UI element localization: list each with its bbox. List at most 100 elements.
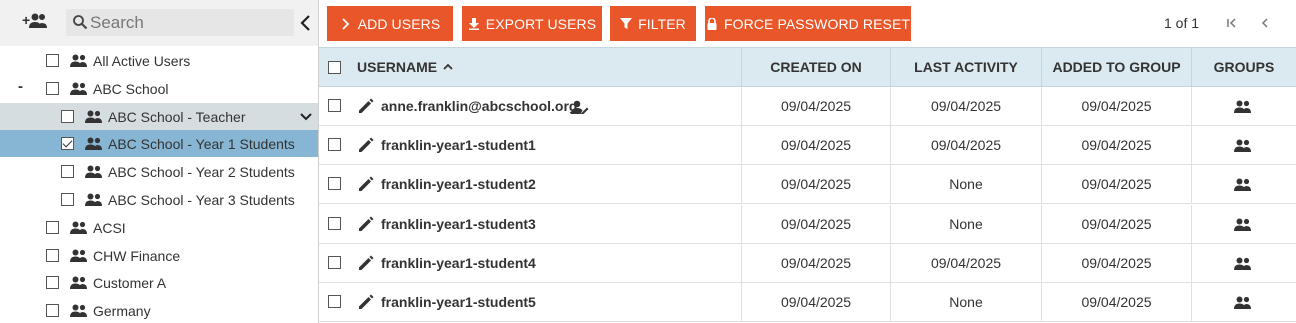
- added-to-group-cell: 09/04/2025: [1081, 254, 1152, 271]
- tree-item[interactable]: ABC School - Year 1 Students: [0, 130, 318, 158]
- tree-item-label: ABC School - Year 2 Students: [108, 164, 295, 181]
- row-checkbox[interactable]: [328, 138, 341, 152]
- collapse-sidebar-icon[interactable]: [298, 11, 314, 35]
- tree-checkbox[interactable]: [46, 54, 59, 67]
- groups-icon[interactable]: [1234, 100, 1254, 114]
- sidebar-toolbar: +: [0, 0, 318, 46]
- added-to-group-cell: 09/04/2025: [1081, 98, 1152, 114]
- tree-item[interactable]: CHW Finance: [0, 242, 318, 269]
- tree-item[interactable]: ABC School - Year 2 Students: [0, 158, 318, 185]
- tree-checkbox[interactable]: [61, 137, 74, 151]
- edit-icon[interactable]: [357, 175, 375, 193]
- tree-item[interactable]: Customer A: [0, 269, 318, 296]
- group-icon: [85, 110, 102, 123]
- tree-checkbox[interactable]: [61, 193, 74, 206]
- users-panel: ADD USERS EXPORT USERS FILTER FORCE PASS…: [319, 0, 1296, 323]
- collapse-toggle[interactable]: -: [18, 78, 23, 95]
- tree-item-label: Germany: [93, 303, 151, 320]
- chevron-down-icon[interactable]: [300, 112, 312, 122]
- cell-separator: [1191, 87, 1192, 126]
- tree-item-label: Customer A: [93, 275, 167, 292]
- add-users-label: ADD USERS: [357, 15, 441, 32]
- tree-item[interactable]: Germany: [0, 297, 318, 323]
- tree-item[interactable]: All Active Users: [0, 47, 318, 74]
- toolbar: ADD USERS EXPORT USERS FILTER FORCE PASS…: [319, 0, 1296, 47]
- added-to-group-cell: 09/04/2025: [1081, 294, 1152, 310]
- user-admin-icon: [571, 100, 589, 114]
- column-created-on[interactable]: CREATED ON: [742, 48, 890, 86]
- group-icon: [70, 304, 87, 318]
- row-checkbox[interactable]: [328, 99, 341, 112]
- tree-checkbox[interactable]: [46, 81, 59, 95]
- created-on-cell: 09/04/2025: [780, 294, 852, 310]
- force-password-reset-label: FORCE PASSWORD RESET: [723, 15, 911, 32]
- last-activity-cell: 09/04/2025: [930, 98, 1002, 114]
- tree-item[interactable]: ABC School - Year 3 Students: [0, 186, 318, 213]
- row-checkbox[interactable]: [328, 295, 341, 308]
- row-checkbox[interactable]: [328, 177, 341, 191]
- last-activity-cell: None: [949, 176, 983, 193]
- edit-icon[interactable]: [357, 215, 375, 233]
- search-input[interactable]: [90, 11, 290, 34]
- tree-item[interactable]: - ABC School: [0, 75, 318, 102]
- tree-item[interactable]: ABC School - Teacher: [0, 102, 318, 130]
- groups-icon[interactable]: [1234, 178, 1254, 192]
- add-group-icon[interactable]: +: [22, 11, 48, 33]
- table-row[interactable]: franklin-year1-student3 09/04/2025 None 09/…: [319, 204, 1296, 244]
- group-icon: [70, 249, 87, 262]
- table-row[interactable]: franklin-year1-student5 09/04/2025 None 09/…: [319, 283, 1296, 322]
- download-icon: [468, 17, 479, 30]
- groups-icon[interactable]: [1234, 257, 1254, 271]
- table-row[interactable]: anne.franklin@abcschool.org 09/04/2025 09/…: [319, 87, 1296, 126]
- username-cell: franklin-year1-student3: [381, 215, 536, 232]
- tree-checkbox[interactable]: [46, 276, 59, 290]
- filter-button[interactable]: FILTER: [610, 6, 696, 41]
- groups-icon[interactable]: [1234, 296, 1254, 310]
- cell-separator: [1191, 165, 1192, 205]
- tree-checkbox[interactable]: [46, 304, 59, 318]
- table-row[interactable]: franklin-year1-student1 09/04/2025 09/04/2…: [319, 126, 1296, 166]
- column-added-to-group[interactable]: ADDED TO GROUP: [1042, 48, 1191, 86]
- filter-label: FILTER: [638, 15, 686, 32]
- filter-icon: [620, 17, 633, 29]
- edit-icon[interactable]: [357, 293, 375, 311]
- row-checkbox[interactable]: [328, 216, 341, 230]
- tree-checkbox[interactable]: [46, 248, 59, 262]
- tree-item-label: CHW Finance: [93, 247, 181, 264]
- last-activity-header-label: LAST ACTIVITY: [914, 59, 1018, 75]
- add-users-button[interactable]: ADD USERS: [327, 6, 453, 41]
- table-row[interactable]: franklin-year1-student4 09/04/2025 09/04/2…: [319, 243, 1296, 283]
- lock-icon: [707, 17, 717, 30]
- column-last-activity[interactable]: LAST ACTIVITY: [891, 48, 1041, 86]
- select-all-checkbox[interactable]: [328, 61, 341, 74]
- tree-checkbox[interactable]: [61, 165, 74, 179]
- created-on-cell: 09/04/2025: [780, 98, 852, 114]
- created-on-cell: 09/04/2025: [780, 137, 852, 154]
- group-icon: [70, 54, 87, 67]
- table-row[interactable]: franklin-year1-student2 09/04/2025 None 09/…: [319, 165, 1296, 205]
- tree-checkbox[interactable]: [61, 109, 74, 123]
- previous-page-icon[interactable]: [1258, 16, 1272, 30]
- last-activity-cell: None: [949, 215, 983, 232]
- groups-icon[interactable]: [1234, 139, 1254, 153]
- column-username[interactable]: USERNAME: [357, 48, 737, 86]
- force-password-reset-button[interactable]: FORCE PASSWORD RESET: [705, 6, 911, 41]
- groups-header-label: GROUPS: [1213, 59, 1275, 75]
- groups-icon[interactable]: [1234, 218, 1254, 232]
- first-page-icon[interactable]: [1225, 16, 1239, 30]
- last-activity-cell: 09/04/2025: [930, 254, 1002, 271]
- row-checkbox[interactable]: [328, 255, 341, 269]
- column-groups[interactable]: GROUPS: [1192, 48, 1296, 86]
- export-users-label: EXPORT USERS: [485, 15, 597, 32]
- edit-icon[interactable]: [357, 136, 375, 154]
- tree-checkbox[interactable]: [46, 220, 59, 234]
- tree-item[interactable]: ACSI: [0, 214, 318, 241]
- tree-item-label: All Active Users: [93, 53, 191, 69]
- group-icon: [70, 276, 87, 290]
- tree-item-label: ABC School - Teacher: [108, 108, 246, 125]
- edit-icon[interactable]: [357, 97, 375, 115]
- export-users-button[interactable]: EXPORT USERS: [462, 6, 602, 41]
- tree-item-label: ACSI: [93, 219, 126, 236]
- edit-icon[interactable]: [357, 254, 375, 272]
- username-cell: franklin-year1-student4: [381, 254, 536, 271]
